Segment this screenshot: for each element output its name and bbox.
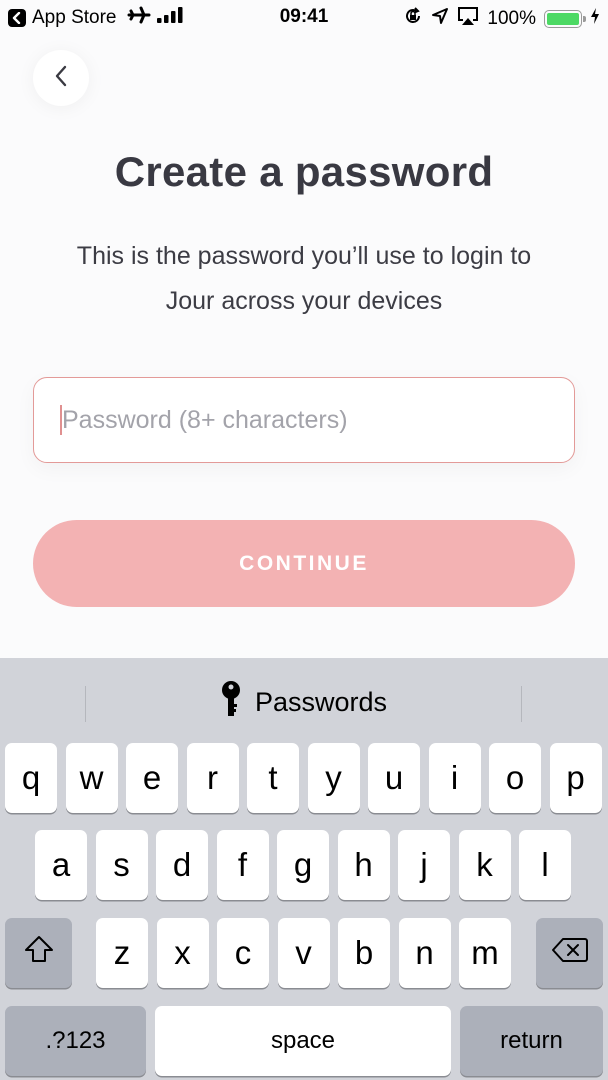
status-right: 100% (403, 6, 600, 32)
key-z[interactable]: z (96, 918, 148, 988)
page-title: Create a password (114, 148, 494, 195)
key-k[interactable]: k (458, 830, 511, 900)
shift-icon (23, 934, 55, 972)
airplay-icon (457, 6, 479, 32)
return-key[interactable]: return (460, 1006, 603, 1076)
numbers-key[interactable]: .?123 (5, 1006, 146, 1076)
key-i[interactable]: i (428, 743, 481, 813)
space-key[interactable]: space (155, 1006, 451, 1076)
key-t[interactable]: t (247, 743, 299, 813)
charging-bolt-icon (590, 8, 600, 30)
battery-level (547, 13, 579, 25)
quicktype-bar: Passwords (0, 658, 608, 742)
password-field[interactable] (33, 377, 575, 463)
keyboard: Passwords qwertyuiop asdfghjkl zxcvbnm .… (0, 658, 608, 1080)
key-d[interactable]: d (156, 830, 208, 900)
chevron-left-icon (53, 64, 69, 93)
delete-key[interactable] (536, 918, 603, 988)
battery-tip (583, 16, 586, 22)
battery-icon (544, 10, 586, 28)
passwords-suggestion[interactable]: Passwords (0, 680, 608, 725)
key-h[interactable]: h (337, 830, 390, 900)
key-j[interactable]: j (398, 830, 450, 900)
password-input[interactable] (62, 400, 542, 440)
rotation-lock-icon (403, 6, 423, 32)
key-w[interactable]: w (65, 743, 118, 813)
location-icon (431, 7, 449, 31)
shift-key[interactable] (5, 918, 72, 988)
key-e[interactable]: e (126, 743, 178, 813)
key-y[interactable]: y (307, 743, 360, 813)
key-g[interactable]: g (277, 830, 329, 900)
key-icon (221, 680, 241, 725)
key-s[interactable]: s (95, 830, 148, 900)
key-m[interactable]: m (459, 918, 511, 988)
subtitle-line-2: Jour across your devices (165, 287, 443, 315)
key-f[interactable]: f (216, 830, 269, 900)
subtitle-line-1: This is the password you’ll use to login… (76, 242, 532, 270)
backspace-icon (551, 934, 589, 972)
key-x[interactable]: x (156, 918, 209, 988)
battery-percent: 100% (487, 8, 536, 29)
key-n[interactable]: n (398, 918, 451, 988)
continue-button[interactable]: CONTINUE (33, 520, 575, 607)
back-button[interactable] (33, 50, 89, 106)
key-a[interactable]: a (35, 830, 87, 900)
page-subtitle: This is the password you’ll use to login… (30, 234, 578, 324)
key-c[interactable]: c (217, 918, 269, 988)
passwords-label: Passwords (254, 687, 388, 717)
key-r[interactable]: r (186, 743, 239, 813)
key-q[interactable]: q (5, 743, 57, 813)
key-b[interactable]: b (338, 918, 390, 988)
key-v[interactable]: v (277, 918, 330, 988)
key-p[interactable]: p (549, 743, 602, 813)
status-bar: App Store 09:41 100% (0, 0, 608, 34)
key-l[interactable]: l (519, 830, 571, 900)
key-u[interactable]: u (368, 743, 420, 813)
key-o[interactable]: o (489, 743, 541, 813)
